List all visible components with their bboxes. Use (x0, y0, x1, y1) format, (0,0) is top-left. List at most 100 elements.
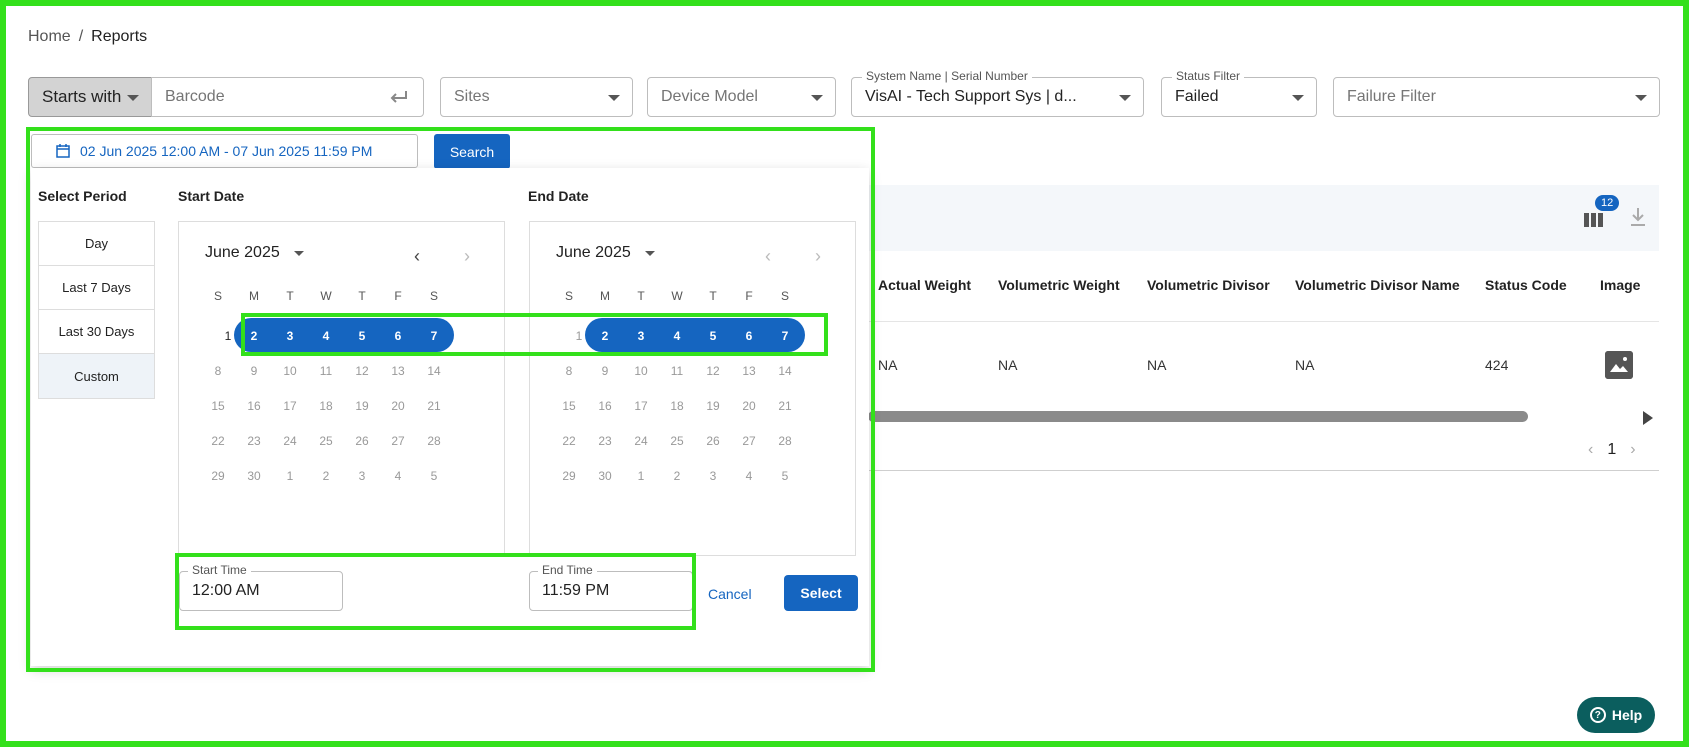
end-day-cell[interactable]: 28 (767, 426, 803, 456)
end-day-cell[interactable]: 7 (767, 321, 803, 351)
next-page-icon[interactable]: › (1630, 441, 1635, 459)
end-day-cell[interactable]: 8 (551, 356, 587, 386)
start-day-cell[interactable]: 3 (344, 461, 380, 491)
image-icon[interactable] (1605, 351, 1633, 379)
start-day-cell[interactable]: 12 (344, 356, 380, 386)
end-day-cell[interactable]: 5 (767, 461, 803, 491)
columns-icon[interactable] (1584, 209, 1604, 227)
start-day-cell[interactable]: 9 (236, 356, 272, 386)
start-day-cell[interactable]: 5 (344, 321, 380, 351)
end-time-field[interactable]: End Time 11:59 PM (529, 563, 693, 611)
end-day-cell[interactable]: 4 (659, 321, 695, 351)
start-day-cell[interactable]: 8 (200, 356, 236, 386)
start-day-cell[interactable]: 25 (308, 426, 344, 456)
column-header-status-code[interactable]: Status Code (1485, 277, 1567, 293)
end-day-cell[interactable]: 21 (767, 391, 803, 421)
start-day-cell[interactable]: 2 (308, 461, 344, 491)
column-header-volumetric-divisor[interactable]: Volumetric Divisor (1147, 277, 1270, 293)
end-day-cell[interactable]: 22 (551, 426, 587, 456)
end-day-cell[interactable]: 17 (623, 391, 659, 421)
next-month-icon[interactable]: › (815, 246, 821, 267)
end-day-cell[interactable]: 5 (695, 321, 731, 351)
start-day-cell[interactable]: 30 (236, 461, 272, 491)
start-day-cell[interactable]: 19 (344, 391, 380, 421)
start-day-cell[interactable]: 23 (236, 426, 272, 456)
end-day-cell[interactable]: 1 (623, 461, 659, 491)
start-day-cell[interactable]: 7 (416, 321, 452, 351)
start-time-field[interactable]: Start Time 12:00 AM (179, 563, 343, 611)
breadcrumb-home[interactable]: Home (28, 28, 71, 46)
failure-filter-dropdown[interactable]: Failure Filter (1333, 77, 1660, 117)
start-day-cell[interactable]: 26 (344, 426, 380, 456)
end-day-cell[interactable]: 25 (659, 426, 695, 456)
start-day-cell[interactable]: 6 (380, 321, 416, 351)
start-day-cell[interactable]: 13 (380, 356, 416, 386)
end-day-cell[interactable]: 29 (551, 461, 587, 491)
end-day-cell[interactable]: 16 (587, 391, 623, 421)
search-button[interactable]: Search (434, 134, 510, 169)
period-last-7-days[interactable]: Last 7 Days (39, 266, 154, 310)
status-filter-select[interactable]: Status Filter Failed (1161, 69, 1317, 117)
barcode-input[interactable]: Barcode (151, 77, 424, 117)
end-day-cell[interactable]: 6 (731, 321, 767, 351)
end-day-cell[interactable]: 10 (623, 356, 659, 386)
start-day-cell[interactable]: 28 (416, 426, 452, 456)
prev-month-icon[interactable]: ‹ (414, 246, 420, 267)
start-month-selector[interactable]: June 2025 (205, 244, 304, 262)
end-day-cell[interactable]: 11 (659, 356, 695, 386)
start-day-cell[interactable]: 15 (200, 391, 236, 421)
start-day-cell[interactable]: 22 (200, 426, 236, 456)
end-day-cell[interactable]: 2 (659, 461, 695, 491)
starts-with-dropdown[interactable]: Starts with (28, 77, 152, 117)
end-day-cell[interactable]: 24 (623, 426, 659, 456)
period-custom[interactable]: Custom (39, 354, 154, 398)
end-day-cell[interactable]: 9 (587, 356, 623, 386)
device-model-dropdown[interactable]: Device Model (647, 77, 836, 117)
download-icon[interactable] (1629, 207, 1647, 227)
date-range-input[interactable]: 02 Jun 2025 12:00 AM - 07 Jun 2025 11:59… (31, 134, 418, 168)
end-day-cell[interactable]: 15 (551, 391, 587, 421)
end-day-cell[interactable]: 3 (623, 321, 659, 351)
scroll-right-icon[interactable] (1643, 411, 1653, 425)
start-day-cell[interactable]: 4 (380, 461, 416, 491)
end-day-cell[interactable]: 23 (587, 426, 623, 456)
select-button[interactable]: Select (784, 575, 858, 611)
start-day-cell[interactable]: 20 (380, 391, 416, 421)
start-day-cell[interactable]: 17 (272, 391, 308, 421)
system-name-select[interactable]: System Name | Serial Number VisAI - Tech… (851, 69, 1144, 117)
column-header-actual-weight[interactable]: Actual Weight (878, 277, 971, 293)
period-day[interactable]: Day (39, 222, 154, 266)
start-day-cell[interactable]: 21 (416, 391, 452, 421)
end-day-cell[interactable]: 26 (695, 426, 731, 456)
start-day-cell[interactable]: 29 (200, 461, 236, 491)
column-header-volumetric-divisor-name[interactable]: Volumetric Divisor Name (1295, 277, 1460, 293)
end-day-cell[interactable]: 12 (695, 356, 731, 386)
sites-dropdown[interactable]: Sites (440, 77, 633, 117)
start-day-cell[interactable]: 14 (416, 356, 452, 386)
next-month-icon[interactable]: › (464, 246, 470, 267)
start-day-cell[interactable]: 24 (272, 426, 308, 456)
end-month-selector[interactable]: June 2025 (556, 244, 655, 262)
help-button[interactable]: ? Help (1577, 697, 1655, 733)
start-day-cell[interactable]: 16 (236, 391, 272, 421)
column-header-volumetric-weight[interactable]: Volumetric Weight (998, 277, 1120, 293)
end-day-cell[interactable]: 19 (695, 391, 731, 421)
prev-page-icon[interactable]: ‹ (1588, 441, 1593, 459)
cancel-button[interactable]: Cancel (708, 586, 752, 602)
current-page[interactable]: 1 (1607, 441, 1616, 459)
period-last-30-days[interactable]: Last 30 Days (39, 310, 154, 354)
end-day-cell[interactable]: 14 (767, 356, 803, 386)
start-day-cell[interactable]: 4 (308, 321, 344, 351)
start-day-cell[interactable]: 1 (272, 461, 308, 491)
horizontal-scrollbar[interactable] (868, 411, 1528, 422)
end-day-cell[interactable]: 3 (695, 461, 731, 491)
column-header-image[interactable]: Image (1600, 277, 1640, 293)
end-day-cell[interactable]: 30 (587, 461, 623, 491)
end-day-cell[interactable]: 18 (659, 391, 695, 421)
start-day-cell[interactable]: 11 (308, 356, 344, 386)
prev-month-icon[interactable]: ‹ (765, 246, 771, 267)
start-day-cell[interactable]: 2 (236, 321, 272, 351)
start-day-cell[interactable]: 27 (380, 426, 416, 456)
end-day-cell[interactable]: 2 (587, 321, 623, 351)
enter-icon[interactable] (389, 89, 409, 105)
